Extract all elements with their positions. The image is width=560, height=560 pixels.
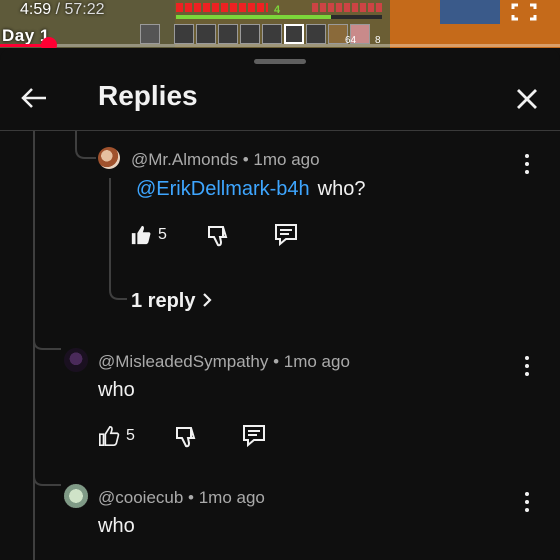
thread-line <box>109 178 111 288</box>
dislike-icon[interactable] <box>206 224 230 248</box>
avatar[interactable] <box>64 348 88 372</box>
comment-text: who <box>98 379 135 401</box>
author-name[interactable]: @Mr.Almonds <box>131 150 238 169</box>
video-time: 4:59 / 57:22 <box>20 1 105 19</box>
like-button[interactable]: 5 <box>130 222 167 248</box>
comment-meta: @cooiecub • 1mo ago <box>98 488 265 508</box>
meta-separator: • <box>268 352 284 371</box>
like-icon <box>131 225 151 245</box>
comment-body: who? <box>317 178 366 200</box>
replies-count-label: 1 reply <box>131 290 196 312</box>
duration: 57:22 <box>64 1 105 18</box>
dislike-icon[interactable] <box>174 425 198 449</box>
avatar[interactable] <box>64 484 88 508</box>
kebab-menu-icon[interactable] <box>522 152 532 176</box>
mention-link[interactable]: @ErikDellmark-b4h <box>136 178 310 200</box>
avatar[interactable] <box>98 147 120 169</box>
replies-panel: Replies @Mr.Almonds • 1mo ago @ErikDellm… <box>0 48 560 560</box>
like-count: 5 <box>158 226 167 243</box>
reply-icon[interactable] <box>241 423 267 449</box>
video-frame-sky <box>440 0 500 24</box>
comment-text: who <box>98 515 135 537</box>
like-button[interactable]: 5 <box>98 423 135 449</box>
view-replies-button[interactable]: 1 reply <box>131 290 213 313</box>
thread-connector <box>33 330 61 350</box>
hunger-bar <box>312 3 382 12</box>
drag-handle[interactable] <box>254 59 306 64</box>
time-separator: / <box>51 1 65 18</box>
xp-level: 4 <box>274 4 281 16</box>
meta-separator: • <box>238 150 254 169</box>
comment-text: @ErikDellmark-b4h who? <box>136 178 365 201</box>
thread-connector <box>75 131 96 159</box>
reply-icon[interactable] <box>273 222 299 248</box>
comment-time: 1mo ago <box>198 488 265 507</box>
comment-meta: @MisleadedSympathy • 1mo ago <box>98 352 350 372</box>
meta-separator: • <box>183 488 199 507</box>
like-icon <box>99 426 120 446</box>
health-bar <box>176 3 268 12</box>
kebab-menu-icon[interactable] <box>522 490 532 514</box>
author-name[interactable]: @cooiecub <box>98 488 183 507</box>
chevron-right-icon <box>203 293 213 307</box>
panel-title: Replies <box>98 80 198 111</box>
kebab-menu-icon[interactable] <box>522 354 532 378</box>
author-name[interactable]: @MisleadedSympathy <box>98 352 268 371</box>
back-arrow-icon[interactable] <box>16 80 52 116</box>
current-time: 4:59 <box>20 1 52 18</box>
comment-meta: @Mr.Almonds • 1mo ago <box>131 150 320 170</box>
thread-connector <box>33 466 61 486</box>
thread-connector <box>109 280 127 300</box>
comment-time: 1mo ago <box>283 352 350 371</box>
video-player[interactable]: 4 64 8 4:59 / 57:22 Day 1 <box>0 0 560 48</box>
progress-bar[interactable] <box>0 44 560 47</box>
scrubber-handle[interactable] <box>40 37 57 48</box>
fullscreen-icon[interactable] <box>510 2 538 22</box>
close-icon[interactable] <box>510 82 544 116</box>
comment-time: 1mo ago <box>253 150 320 169</box>
game-hotbar <box>140 24 370 46</box>
like-count: 5 <box>126 427 135 444</box>
